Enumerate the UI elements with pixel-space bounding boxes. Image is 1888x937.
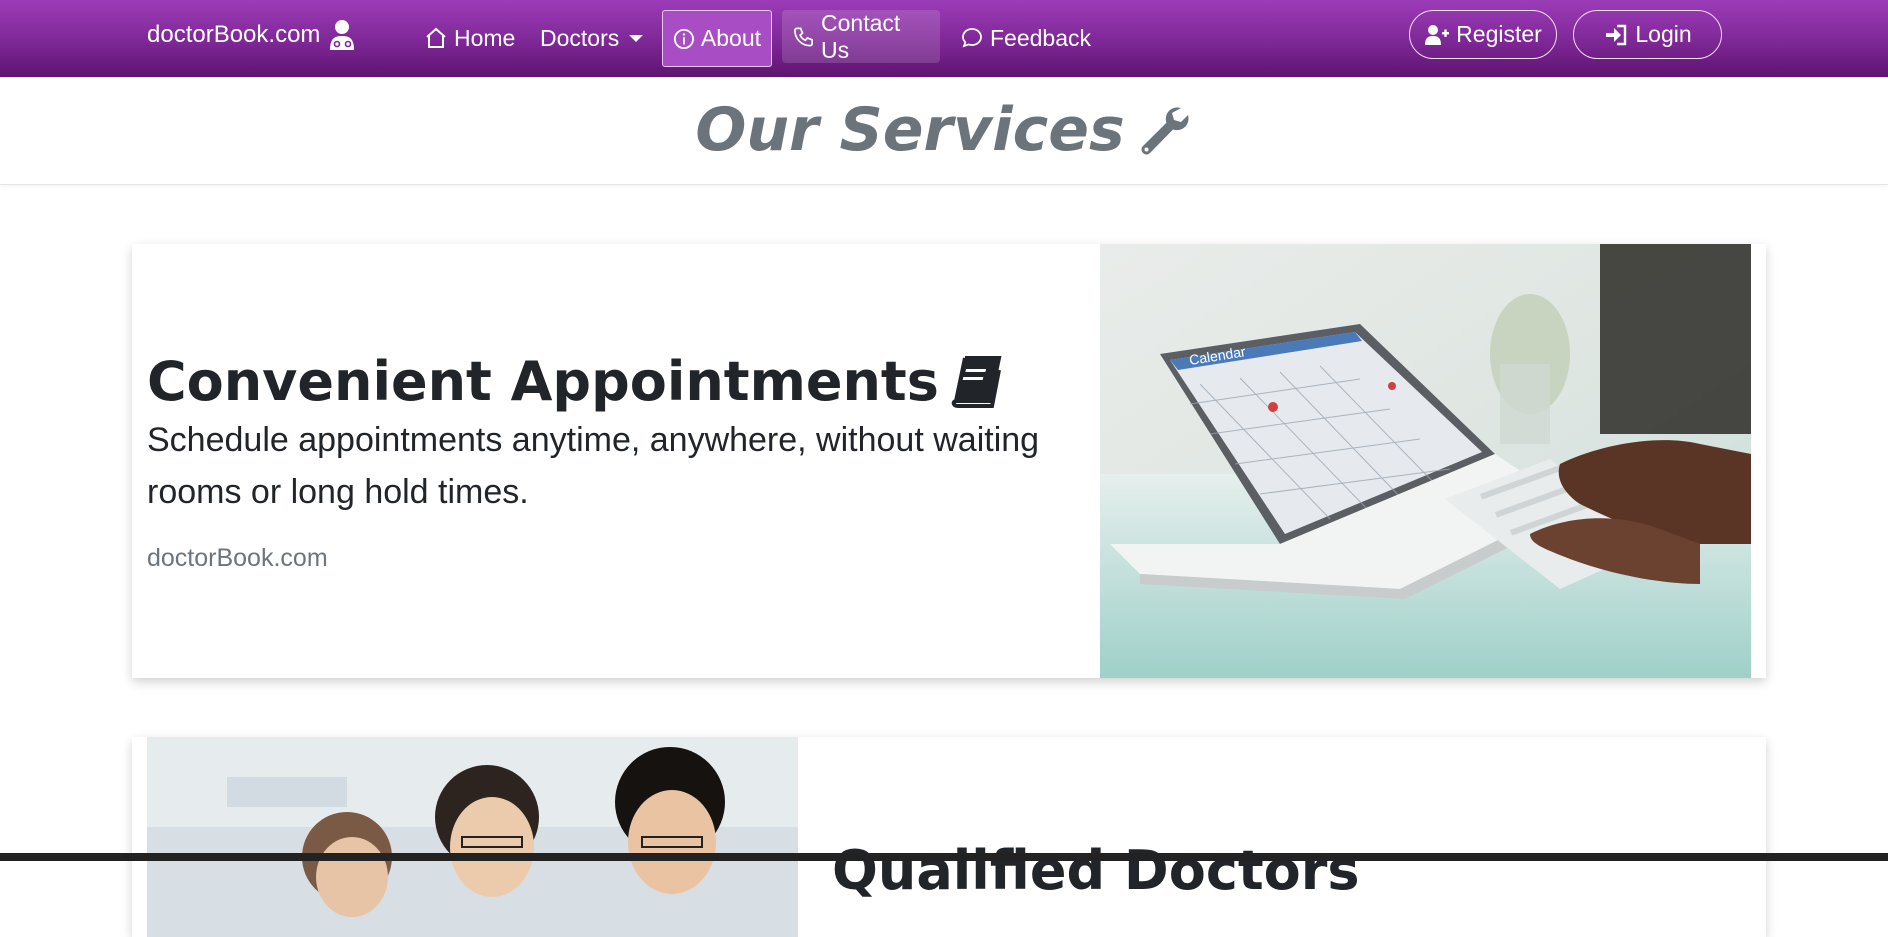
register-button[interactable]: Register xyxy=(1409,10,1557,59)
nav-link-label: Feedback xyxy=(990,24,1092,51)
service-card-appointments: Convenient Appointments Schedule appoint… xyxy=(132,244,1766,678)
phone-icon xyxy=(794,27,813,46)
card-description: Schedule appointments anytime, anywhere,… xyxy=(147,421,1040,511)
service-card-doctors: Qualified Doctors xyxy=(132,737,1766,937)
nav-link-contact[interactable]: Contact Us xyxy=(782,10,940,63)
horizontal-scrollbar[interactable] xyxy=(0,853,1888,861)
card-footer-text: doctorBook.com xyxy=(147,544,328,572)
nav-link-label: Contact Us xyxy=(821,9,901,63)
calendar-laptop-image: Calendar xyxy=(1100,244,1751,678)
nav-link-home[interactable]: Home xyxy=(414,10,525,66)
user-plus-icon xyxy=(1425,24,1450,45)
page-title: Our Services xyxy=(0,95,1888,165)
nav-link-feedback[interactable]: Feedback xyxy=(950,10,1101,66)
info-circle-icon xyxy=(673,28,694,49)
top-navbar: doctorBook.com Home Doctors About Contac… xyxy=(0,0,1888,77)
home-icon xyxy=(426,27,446,48)
card-title: Convenient Appointments xyxy=(147,350,1003,413)
sign-in-icon xyxy=(1606,24,1627,45)
nav-link-label: Doctors xyxy=(540,24,620,51)
card-title-text: Qualified Doctors xyxy=(832,839,1360,902)
brand-name: doctorBook.com xyxy=(147,21,321,48)
brand-logo[interactable]: doctorBook.com xyxy=(147,15,356,55)
nav-link-doctors[interactable]: Doctors xyxy=(530,10,653,66)
nav-link-about[interactable]: About xyxy=(662,10,772,67)
doctor-icon xyxy=(330,20,355,50)
login-button[interactable]: Login xyxy=(1573,10,1722,59)
nav-link-label: Home xyxy=(454,24,516,51)
page-title-text: Our Services xyxy=(695,95,1125,165)
services-header: Our Services xyxy=(0,77,1888,185)
doctors-team-image xyxy=(147,737,798,937)
caret-down-icon xyxy=(629,34,644,42)
register-label: Register xyxy=(1456,21,1542,47)
chat-bubble-icon xyxy=(962,28,982,48)
book-icon xyxy=(951,355,1002,408)
login-label: Login xyxy=(1635,21,1692,47)
card-title-text: Convenient Appointments xyxy=(147,350,939,413)
wrench-icon xyxy=(1141,107,1189,155)
nav-link-label: About xyxy=(700,25,761,51)
